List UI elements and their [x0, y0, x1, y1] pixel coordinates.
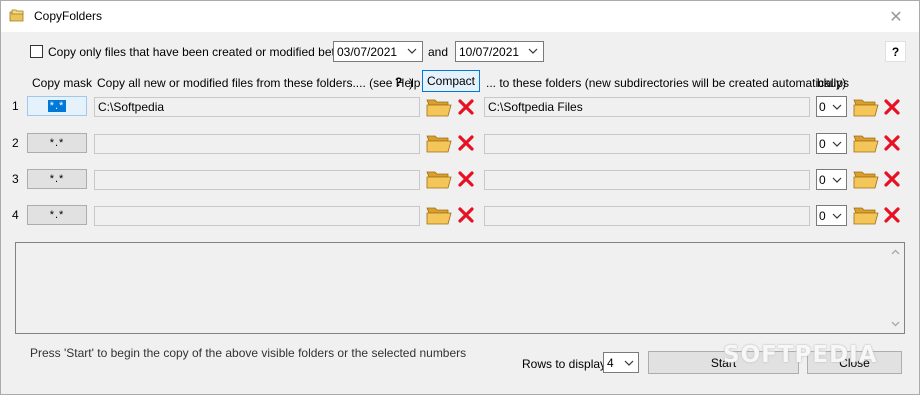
header-source-close: ): [409, 76, 413, 90]
backups-value: 0: [819, 136, 826, 151]
app-icon: [9, 9, 24, 22]
date-from-picker[interactable]: 03/07/2021: [333, 41, 423, 62]
backups-select[interactable]: 0: [816, 133, 847, 154]
chevron-down-icon: [832, 213, 842, 219]
window-title: CopyFolders: [34, 9, 103, 23]
source-folder-input[interactable]: [94, 170, 420, 190]
row-number: 4: [12, 208, 19, 222]
copy-mask-button[interactable]: *.*: [27, 96, 87, 116]
chevron-down-icon: [832, 104, 842, 110]
log-textarea[interactable]: [15, 242, 905, 334]
dest-folder-input[interactable]: [484, 206, 810, 226]
rows-to-display-select[interactable]: 4: [603, 352, 639, 373]
row-number: 2: [12, 136, 19, 150]
backups-value: 0: [819, 208, 826, 223]
backups-select[interactable]: 0: [816, 169, 847, 190]
instruction-text: Press 'Start' to begin the copy of the a…: [30, 346, 467, 360]
chevron-down-icon: [832, 141, 842, 147]
date-from-value: 03/07/2021: [337, 44, 398, 59]
chevron-down-icon: [407, 48, 417, 54]
source-folder-input[interactable]: C:\Softpedia: [94, 97, 420, 117]
main-window: CopyFolders ✕ Copy only files that have …: [0, 0, 920, 395]
red-x-icon[interactable]: [457, 134, 475, 152]
dest-folder-input[interactable]: [484, 170, 810, 190]
title-bar: CopyFolders ✕: [1, 1, 919, 32]
red-x-icon[interactable]: [457, 170, 475, 188]
scroll-up-icon[interactable]: [891, 249, 900, 255]
date-to-value: 10/07/2021: [459, 44, 520, 59]
help-button[interactable]: ?: [885, 41, 906, 62]
source-folder-input[interactable]: [94, 134, 420, 154]
compact-button[interactable]: Compact: [422, 70, 480, 92]
chevron-down-icon: [832, 177, 842, 183]
date-to-picker[interactable]: 10/07/2021: [455, 41, 544, 62]
folder-open-icon[interactable]: [853, 169, 880, 189]
source-folder-input[interactable]: [94, 206, 420, 226]
rows-to-display-value: 4: [607, 355, 614, 370]
header-copy-mask: Copy mask: [32, 76, 93, 90]
backups-value: 0: [819, 172, 826, 187]
dest-folder-input[interactable]: C:\Softpedia Files: [484, 97, 810, 117]
rows-to-display-label: Rows to display:: [522, 357, 610, 371]
row-number: 3: [12, 172, 19, 186]
backups-select[interactable]: 0: [816, 96, 847, 117]
dest-folder-input[interactable]: [484, 134, 810, 154]
date-filter-checkbox[interactable]: [30, 45, 43, 58]
copy-mask-button[interactable]: *.*: [27, 133, 87, 153]
red-x-icon[interactable]: [457, 206, 475, 224]
folder-open-icon[interactable]: [426, 205, 453, 225]
folder-open-icon[interactable]: [853, 133, 880, 153]
folder-open-icon[interactable]: [426, 169, 453, 189]
and-label: and: [428, 45, 449, 59]
copy-mask-button[interactable]: *.*: [27, 169, 87, 189]
red-x-icon[interactable]: [457, 98, 475, 116]
backups-select[interactable]: 0: [816, 205, 847, 226]
scroll-down-icon[interactable]: [891, 321, 900, 327]
red-x-icon[interactable]: [883, 170, 901, 188]
copy-mask-value: *.*: [49, 209, 65, 221]
header-dest: ... to these folders (new subdirectories…: [486, 76, 847, 90]
softpedia-watermark: SOFTPEDIA: [723, 342, 878, 368]
chevron-down-icon: [624, 360, 634, 366]
copy-mask-value: *.*: [49, 173, 65, 185]
red-x-icon[interactable]: [883, 134, 901, 152]
folder-open-icon[interactable]: [853, 205, 880, 225]
copy-mask-value: *.*: [49, 137, 65, 149]
folder-open-icon[interactable]: [426, 133, 453, 153]
close-icon[interactable]: ✕: [873, 1, 919, 32]
chevron-down-icon: [528, 48, 538, 54]
folder-open-icon[interactable]: [426, 97, 453, 117]
backups-value: 0: [819, 99, 826, 114]
header-help-link[interactable]: ?: [395, 75, 402, 89]
header-source: Copy all new or modified files from thes…: [97, 76, 434, 90]
red-x-icon[interactable]: [883, 98, 901, 116]
red-x-icon[interactable]: [883, 206, 901, 224]
vertical-scrollbar[interactable]: [887, 243, 904, 333]
folder-open-icon[interactable]: [853, 97, 880, 117]
header-backups: bkups: [817, 76, 850, 90]
copy-mask-value: *.*: [47, 100, 67, 112]
copy-mask-button[interactable]: *.*: [27, 205, 87, 225]
row-number: 1: [12, 99, 19, 113]
date-filter-label: Copy only files that have been created o…: [48, 45, 364, 59]
